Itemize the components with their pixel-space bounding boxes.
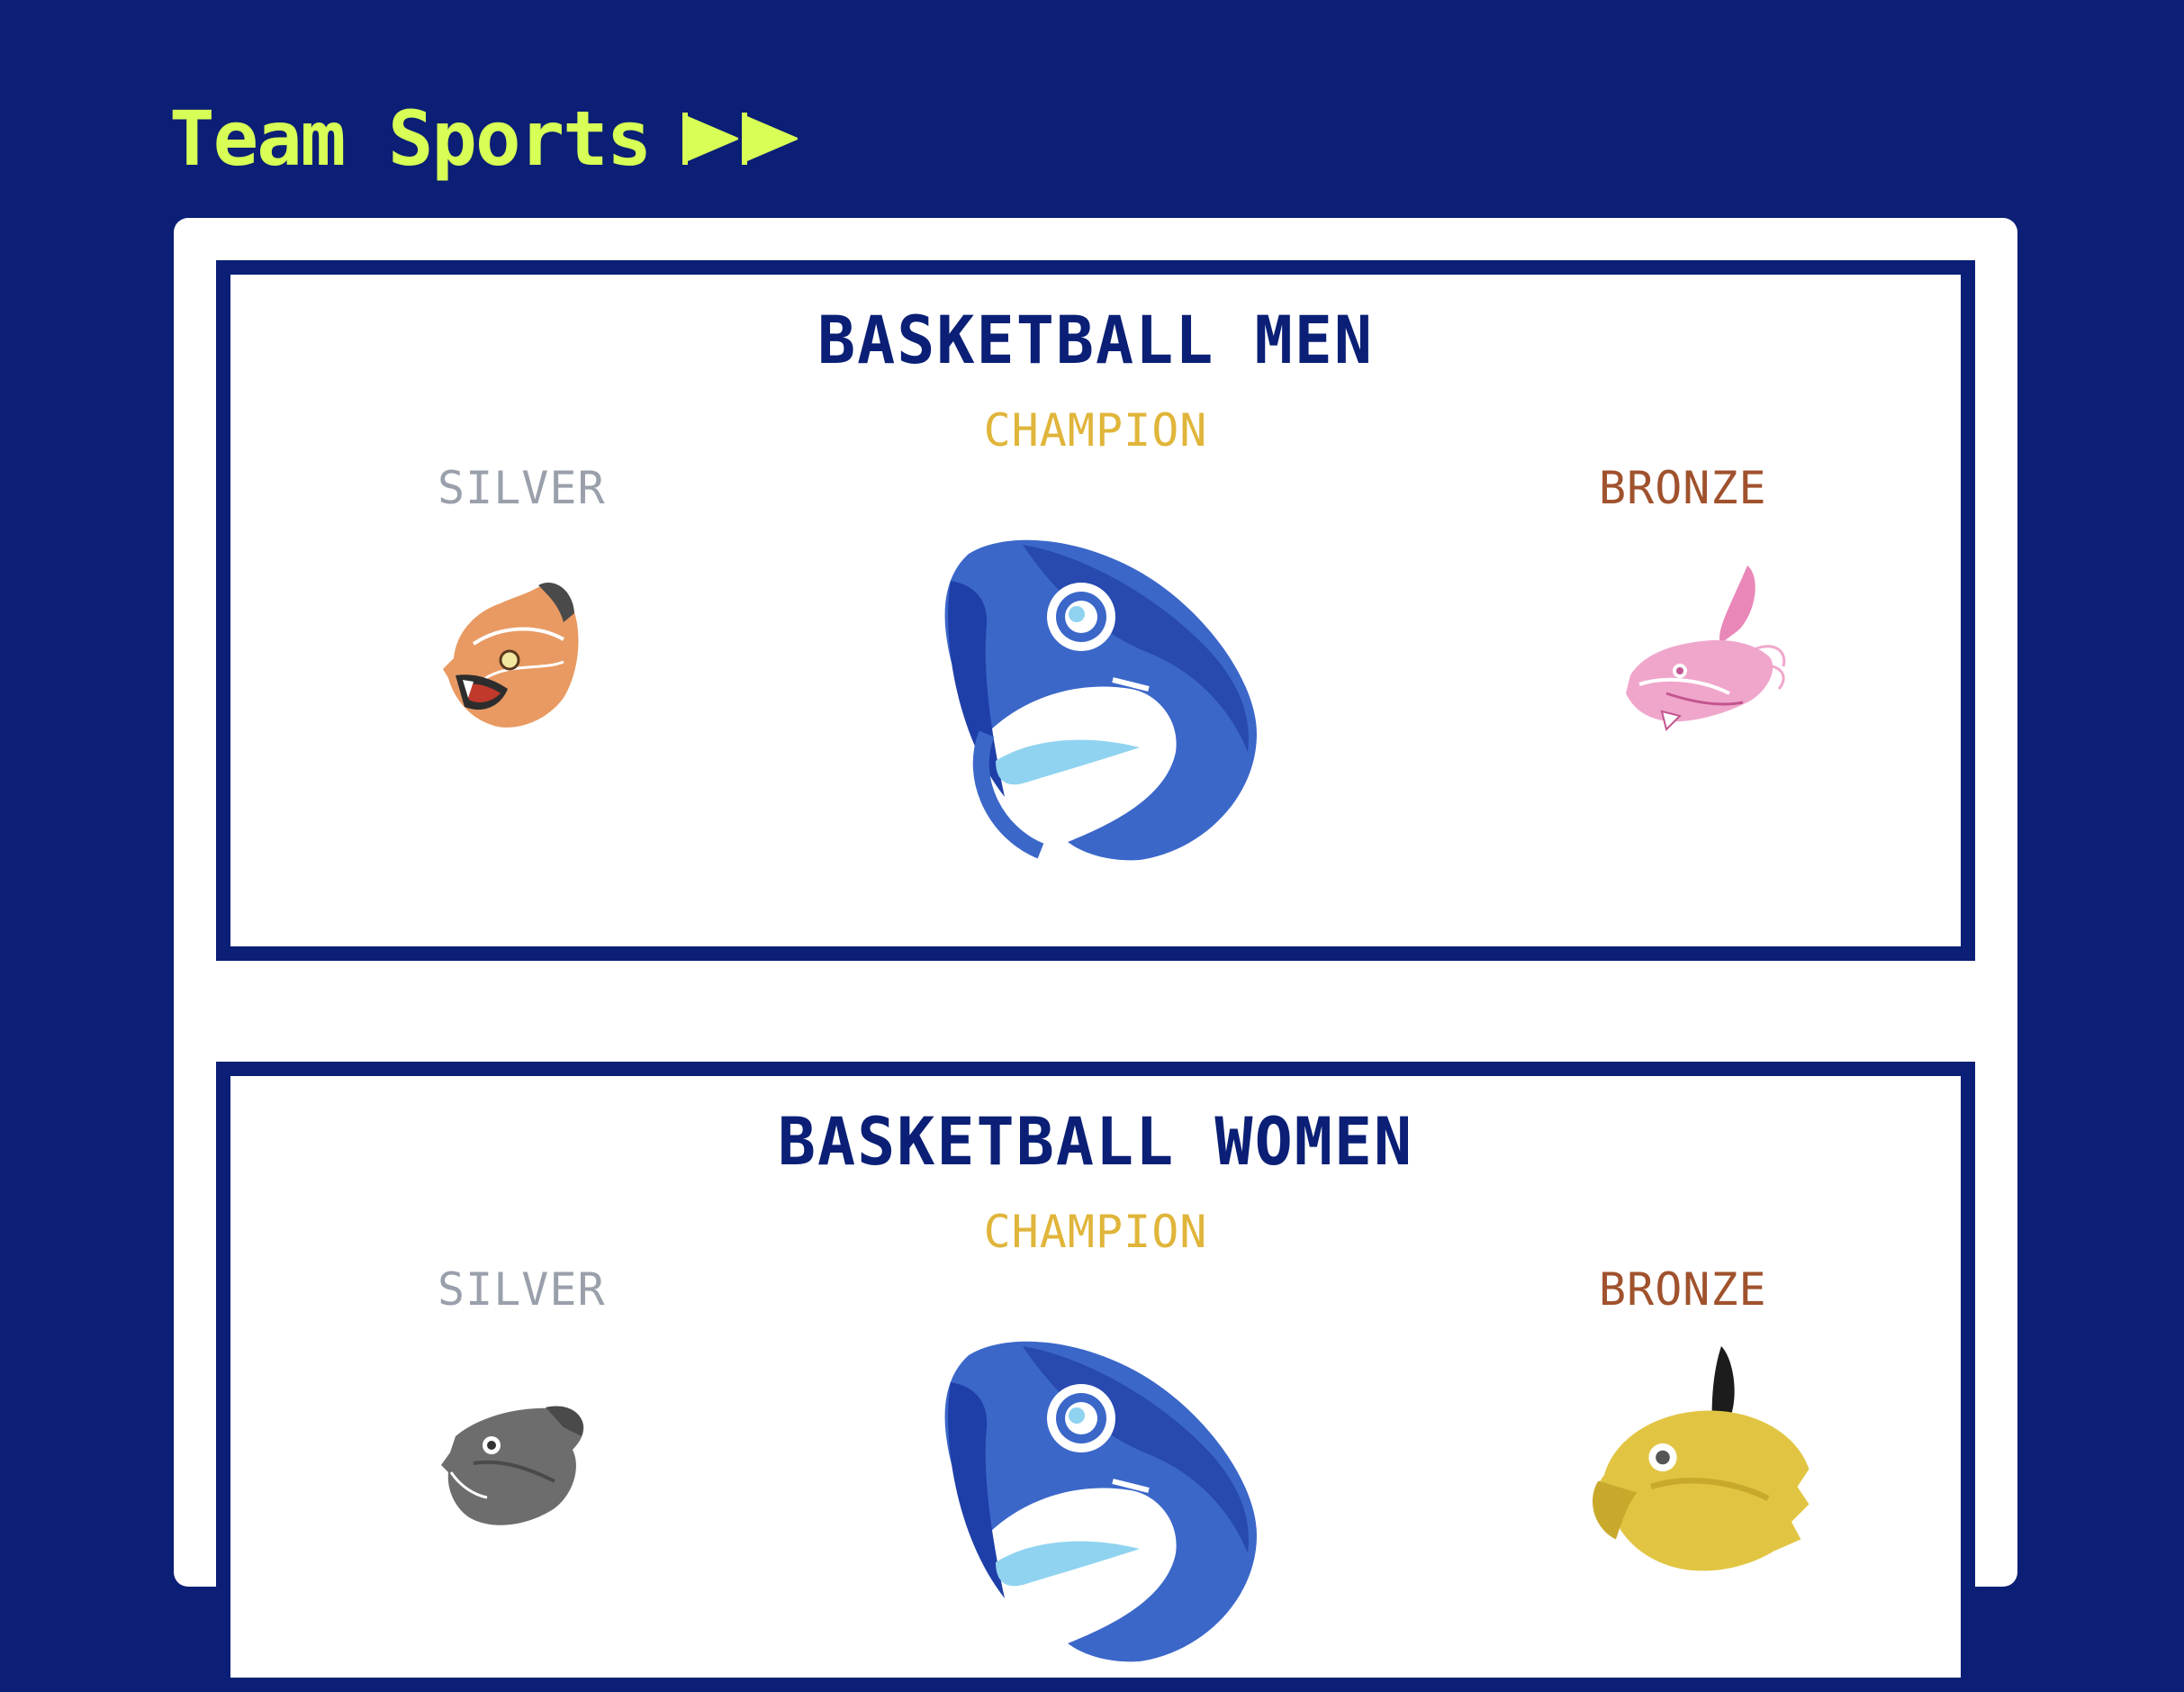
section-title: Team Sports: [169, 95, 652, 183]
champion-label: CHAMPION: [983, 1206, 1208, 1258]
blue-shark-mascot-icon[interactable]: [933, 527, 1275, 869]
results-panel: BASKETBALL MEN CHAMPION SILVER BRONZE BA…: [174, 218, 2017, 1692]
pink-dragon-mascot-icon[interactable]: [1612, 558, 1792, 738]
result-card-basketball-women: BASKETBALL WOMEN CHAMPION SILVER BRONZE: [216, 1062, 1975, 1692]
orange-tiger-mascot-icon[interactable]: [438, 572, 591, 734]
section-heading: Team Sports: [169, 95, 799, 183]
card-title: BASKETBALL MEN: [817, 301, 1374, 380]
silver-label: SILVER: [438, 1263, 606, 1316]
blue-shark-mascot-icon[interactable]: [933, 1328, 1275, 1670]
silver-label: SILVER: [438, 462, 606, 514]
bronze-label: BRONZE: [1599, 462, 1767, 514]
champion-label: CHAMPION: [983, 404, 1208, 457]
result-card-basketball-men: BASKETBALL MEN CHAMPION SILVER BRONZE: [216, 260, 1975, 961]
card-title: BASKETBALL WOMEN: [777, 1102, 1414, 1181]
bronze-label: BRONZE: [1599, 1263, 1767, 1316]
fast-forward-icon[interactable]: [682, 113, 799, 165]
gray-panther-mascot-icon[interactable]: [438, 1382, 591, 1544]
yellow-eagle-mascot-icon[interactable]: [1581, 1346, 1815, 1580]
